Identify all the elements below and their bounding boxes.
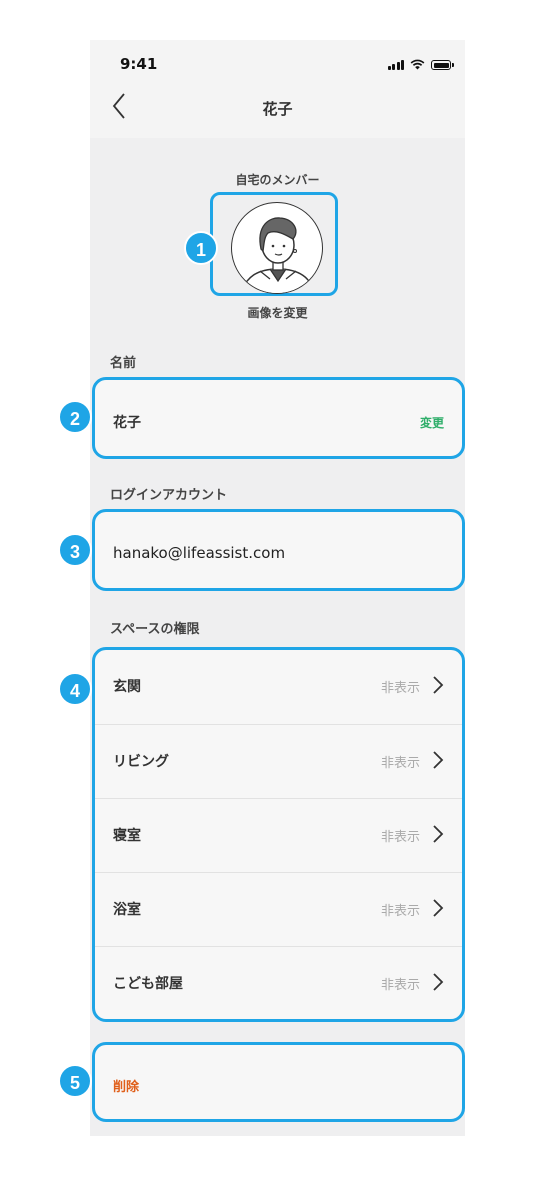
battery-icon [431, 60, 454, 70]
status-icons [387, 58, 454, 70]
annotation-badge-1: 1 [184, 231, 218, 265]
signal-icon [387, 58, 404, 70]
chevron-right-icon [433, 973, 444, 991]
wifi-icon [410, 59, 425, 70]
top-bar: 9:41 花子 [90, 40, 465, 138]
chevron-right-icon [433, 899, 444, 917]
change-image-link[interactable]: 画像を変更 [90, 304, 465, 321]
space-label: 玄関 [113, 679, 141, 695]
annotation-badge-2: 2 [58, 400, 92, 434]
delete-button[interactable]: 削除 [113, 1076, 139, 1095]
space-label: 浴室 [113, 902, 141, 918]
space-visibility: 非表示 [380, 978, 420, 993]
annotation-badge-4: 4 [58, 672, 92, 706]
user-illustration-icon [241, 217, 315, 293]
phone-screen: 9:41 花子 自宅のメンバー 画像を変更 名前 花子 変更 ログインアカウント… [90, 40, 465, 1136]
space-visibility: 非表示 [380, 756, 420, 771]
spaces-section-label: スペースの権限 [110, 622, 200, 637]
space-visibility: 非表示 [380, 904, 420, 919]
chevron-right-icon [433, 825, 444, 843]
space-label: こども部屋 [113, 976, 183, 992]
page-title: 花子 [262, 100, 293, 118]
annotation-badge-5: 5 [58, 1064, 92, 1098]
annotation-badge-3: 3 [58, 533, 92, 567]
avatar[interactable] [231, 202, 323, 294]
space-row-entrance[interactable]: 玄関 非表示 [95, 650, 462, 724]
delete-card[interactable]: 削除 [92, 1042, 465, 1122]
space-visibility: 非表示 [380, 681, 420, 696]
space-row-kids-room[interactable]: こども部屋 非表示 [95, 947, 462, 1021]
account-section-label: ログインアカウント [110, 488, 228, 503]
name-section-label: 名前 [110, 356, 137, 371]
space-label: リビング [113, 754, 169, 770]
chevron-right-icon [433, 676, 444, 694]
change-name-button[interactable]: 変更 [420, 414, 444, 431]
space-row-living[interactable]: リビング 非表示 [95, 725, 462, 799]
account-card: hanako@lifeassist.com [92, 509, 465, 591]
avatar-caption: 自宅のメンバー [235, 173, 320, 187]
space-row-bathroom[interactable]: 浴室 非表示 [95, 873, 462, 947]
chevron-right-icon [433, 751, 444, 769]
spaces-card: 玄関 非表示 リビング 非表示 寝室 非表示 浴室 非表示 こども部屋 非表示 [92, 647, 465, 1022]
space-label: 寝室 [113, 828, 141, 844]
name-value: 花子 [113, 415, 141, 431]
status-time: 9:41 [120, 55, 158, 73]
space-row-bedroom[interactable]: 寝室 非表示 [95, 799, 462, 873]
space-visibility: 非表示 [380, 830, 420, 845]
name-card: 花子 変更 [92, 377, 465, 459]
account-email: hanako@lifeassist.com [113, 544, 286, 562]
